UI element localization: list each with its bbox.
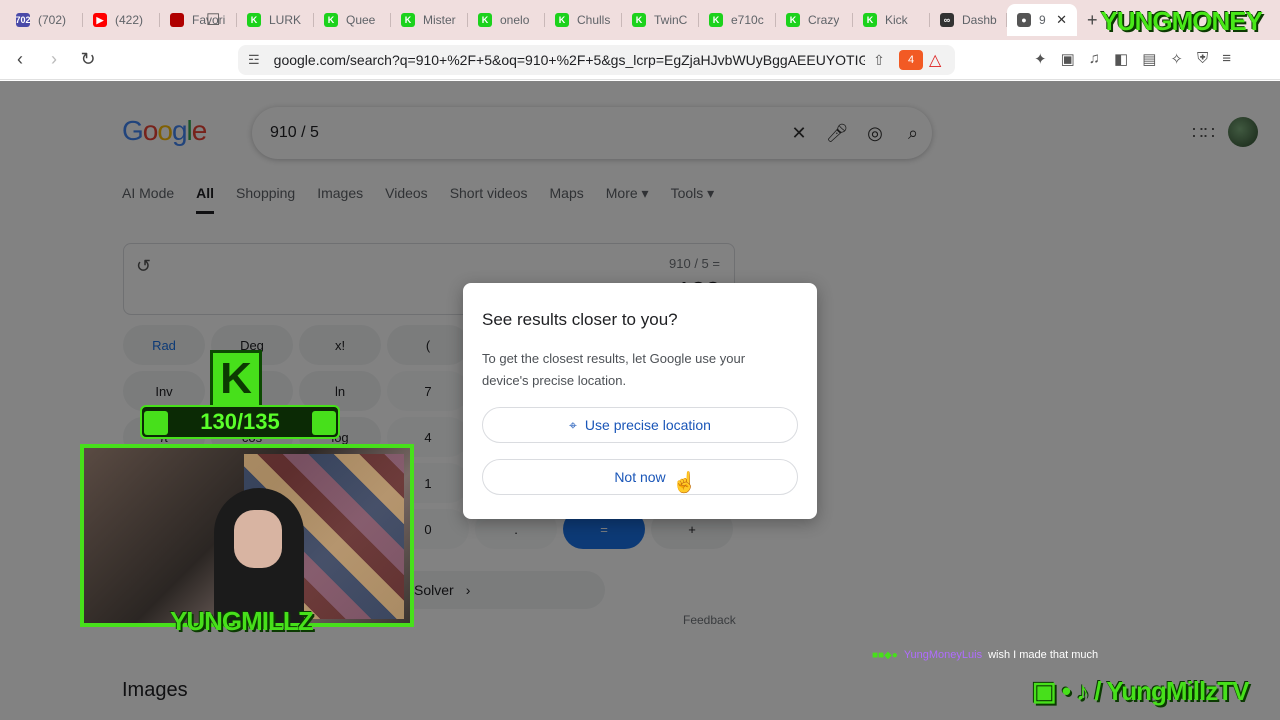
location-dialog: See results closer to you? To get the cl… [463,283,817,519]
chat-username: YungMoneyLuis [903,649,983,661]
kick-icon: K [863,13,877,27]
browser-tab[interactable]: K Quee [314,4,391,36]
browser-tab[interactable]: ∞ Dashb [930,4,1007,36]
vpn-icon[interactable]: ⛨ [1197,50,1208,68]
brave-shields-icon[interactable]: 4 [899,50,923,70]
browser-tab[interactable]: Konelo [468,4,545,36]
share-icon[interactable]: ⇧ [865,52,893,69]
gift-icon [312,411,336,435]
kick-logo-icon: K [210,350,262,408]
kick-icon: K [247,13,261,27]
streamer-face [234,510,282,568]
twitter-icon: • [1061,676,1071,706]
forward-icon[interactable]: › [40,49,68,70]
rewards-icon[interactable]: △ [929,50,955,70]
use-precise-location-button[interactable]: ⌖ Use precise location [482,407,798,443]
kick-icon: K [478,13,492,27]
tab-title: LURK [269,13,302,27]
extensions-icon[interactable]: ✦ [1034,50,1047,68]
hand-cursor-icon: ☝ [672,472,697,494]
browser-tab[interactable]: Favori [160,4,237,36]
url-text[interactable]: google.com/search?q=910+%2F+5&oq=910+%2F… [274,52,865,68]
browser-tab[interactable]: Ke710c [699,4,776,36]
bookmark-icon[interactable]: ☐ [206,10,220,30]
tab-title: Kick [885,13,908,27]
kick-icon: K [555,13,569,27]
gift-icon [144,411,168,435]
social-handles: ▣ • ♪ / YungMillzTV [1032,676,1249,707]
tab-title: onelo [500,13,530,27]
tab-title: (422) [115,13,144,27]
use-precise-location-label: Use precise location [584,417,711,433]
close-tab-icon[interactable]: ✕ [1056,12,1067,28]
back-icon[interactable]: ‹ [6,49,34,70]
address-bar[interactable]: ☲ google.com/search?q=910+%2F+5&oq=910+%… [238,45,955,75]
kick-icon: K [632,13,646,27]
not-now-button[interactable]: Not now [482,459,798,495]
dashboard-icon: ∞ [940,13,954,27]
sub-goal-bar: 130/135 [140,405,340,439]
tab-strip: 702 (702) ▶ (422) Favori K LURK K Quee K Mister Kon… [0,0,1280,40]
tab-title: Mister [423,13,456,27]
browser-tab[interactable]: K TwinC [622,4,699,36]
browser-tab[interactable]: ▶ (422) [83,4,160,36]
kick-icon: K [401,13,415,27]
youtube-icon: ▶ [93,13,107,27]
browser-tab[interactable]: 702 (702) [6,4,83,36]
sidebar-icon[interactable]: ◧ [1114,50,1128,68]
chat-text: wish I made that much [988,649,1099,661]
favorites-icon [170,13,184,27]
tab-title: Chulls [577,13,611,27]
tab-title: Quee [346,13,376,27]
kick-icon: K [324,13,338,27]
stream-brand-logo: YUNGMONEY [1100,6,1263,36]
reload-icon[interactable]: ↻ [74,49,102,70]
browser-tab[interactable]: K Crazy [776,4,853,36]
tab-title: Crazy [808,13,840,27]
tab-702-icon: 702 [15,13,31,27]
site-info-icon[interactable]: ☲ [248,52,260,68]
leo-icon[interactable]: ✧ [1170,50,1183,68]
chat-message: ■■◆● YungMoneyLuis wish I made that much [872,649,1098,661]
dialog-title: See results closer to you? [482,310,678,329]
browser-tab[interactable]: K LURK [237,4,314,36]
social-handle-text: / YungMillzTV [1094,676,1249,706]
kick-icon: K [709,13,723,27]
active-tab[interactable]: ● 9 ✕ [1007,4,1077,36]
tab-title: (702) [38,13,67,27]
webcam-name: YUNGMILLZ [170,606,314,636]
twitch-icon: ▣ [1032,676,1057,706]
tab-title: 9 [1039,13,1046,27]
kick-icon: K [786,13,800,27]
dialog-body: To get the closest results, let Google u… [482,351,746,388]
tab-title: e710c [731,13,764,27]
browser-tab[interactable]: K Kick [853,4,930,36]
sub-goal-count: 130/135 [200,409,280,434]
wallet-icon[interactable]: ▤ [1142,50,1156,68]
chat-badges-icon: ■■◆● [872,649,898,661]
browser-tab[interactable]: K Chulls [545,4,622,36]
google-favicon-icon: ● [1017,13,1031,27]
not-now-label: Not now [614,469,666,485]
media-icon[interactable]: ♫ [1089,50,1100,68]
tiktok-icon: ♪ [1076,676,1089,706]
webcam-feed [80,444,414,627]
new-tab-button[interactable]: + [1087,10,1098,31]
toolbar-icons: ✦ ▣ ♫ ◧ ▤ ✧ ⛨ ≡ [1034,50,1231,68]
browser-tab[interactable]: K Mister [391,4,468,36]
tab-title: Dashb [962,13,997,27]
menu-icon[interactable]: ≡ [1222,50,1231,68]
location-target-icon: ⌖ [569,416,577,433]
lens-icon[interactable]: ▣ [1061,50,1075,68]
tab-title: TwinC [654,13,688,27]
